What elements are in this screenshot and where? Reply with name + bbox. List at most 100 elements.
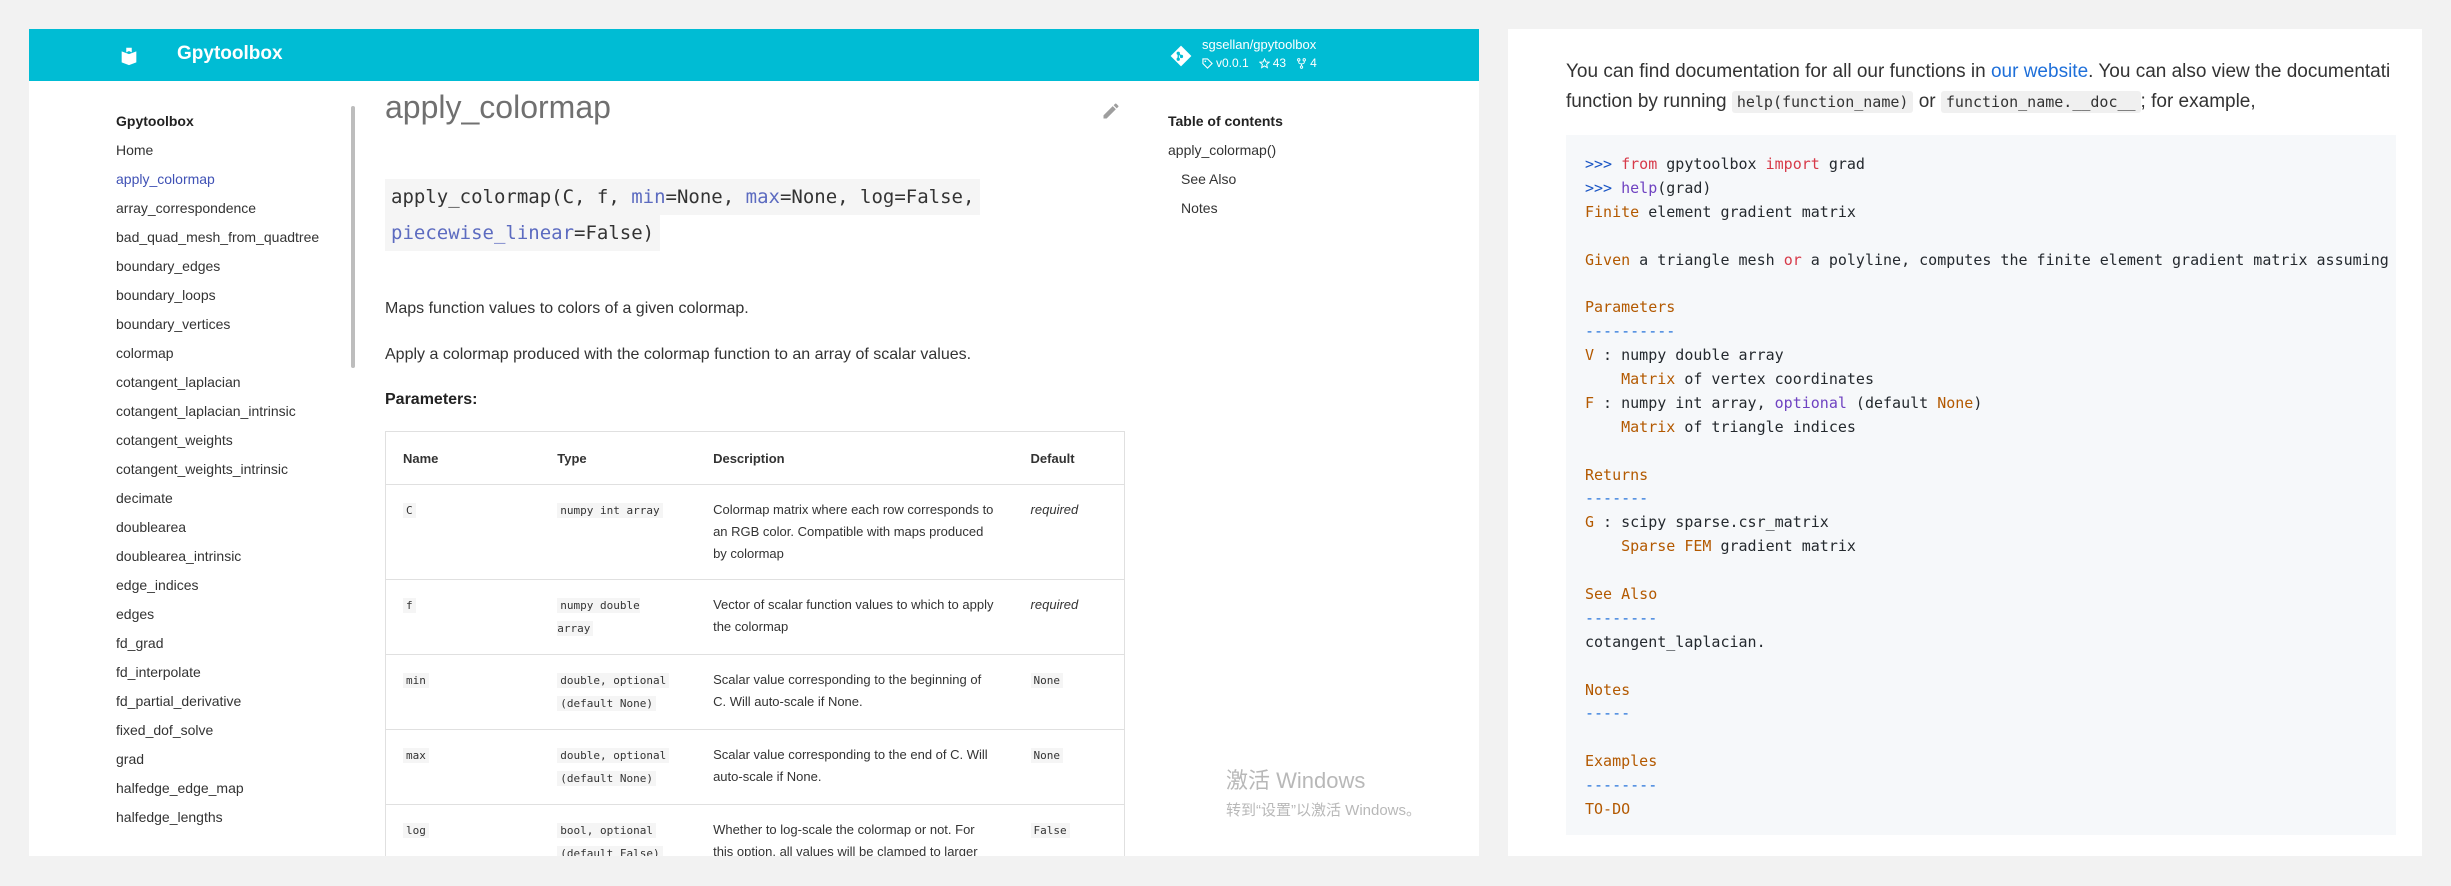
code-token: Examples <box>1585 752 1658 771</box>
sidebar-item-halfedge-lengths[interactable]: halfedge_lengths <box>116 803 356 832</box>
param-type-cell: double, optional (default None) <box>540 654 697 730</box>
intro-text-4: ; for example, <box>2140 91 2256 112</box>
code-line: ------- <box>1585 487 2389 511</box>
sidebar-item-grad[interactable]: grad <box>116 745 356 774</box>
repo-forks: 4 <box>1296 56 1317 70</box>
code-token: grad <box>1819 155 1865 173</box>
code-token: of triangle indices <box>1675 417 1856 436</box>
tag-icon <box>1202 57 1213 69</box>
code-token: help <box>1621 178 1658 197</box>
sidebar-item-fixed-dof-solve[interactable]: fixed_dof_solve <box>116 716 356 745</box>
sidebar-item-doublearea[interactable]: doublearea <box>116 513 356 542</box>
code-line: >>> help(grad) <box>1585 177 2389 201</box>
code-line: >>> from gpytoolbox import grad <box>1585 153 2389 177</box>
code-token: >>> <box>1585 178 1622 197</box>
code-line: Notes <box>1585 679 2389 703</box>
param-type-cell: numpy double array <box>540 579 697 655</box>
sidebar-nav: Gpytoolbox Home apply_colormap array_corre… <box>116 107 356 832</box>
sidebar-item-edges[interactable]: edges <box>116 600 356 629</box>
parameters-table: Name Type Description Default Cnumpy int… <box>385 431 1125 856</box>
code-token: optional <box>1774 393 1847 412</box>
signature-line-1: apply_colormap(C, f, min=None, max=None,… <box>385 179 981 215</box>
intro-text-3: function by running <box>1566 91 1732 112</box>
sidebar-item-cotangent-weights-intrinsic[interactable]: cotangent_weights_intrinsic <box>116 455 356 484</box>
code-line: G : scipy sparse.csr_matrix <box>1585 511 2389 535</box>
param-default: None <box>1030 673 1064 688</box>
repo-name: sgsellan/gpytoolbox <box>1202 37 1317 52</box>
code-token: gradient matrix <box>1711 537 1856 556</box>
param-type-default: (default None) <box>557 771 656 786</box>
sidebar-item-array-correspondence[interactable]: array_correspondence <box>116 194 356 223</box>
intro-text-1: You can find documentation for all our f… <box>1566 61 1991 82</box>
website-link[interactable]: our website <box>1991 61 2088 82</box>
param-default: None <box>1030 748 1064 763</box>
sidebar-item-cotangent-weights[interactable]: cotangent_weights <box>116 426 356 455</box>
readme-panel: You can find documentation for all our f… <box>1508 29 2422 856</box>
sidebar-item-cotangent-laplacian-intrinsic[interactable]: cotangent_laplacian_intrinsic <box>116 397 356 426</box>
edit-pencil-icon[interactable] <box>1101 101 1121 121</box>
signature-kw-piecewise: piecewise_linear <box>391 222 575 244</box>
repo-facts: v0.0.1 43 4 <box>1202 56 1317 70</box>
param-description: Scalar value corresponding to the beginn… <box>696 654 1014 730</box>
sidebar-item-boundary-edges[interactable]: boundary_edges <box>116 252 356 281</box>
param-type-cell: numpy int array <box>540 484 697 580</box>
sidebar-item-fd-interpolate[interactable]: fd_interpolate <box>116 658 356 687</box>
code-token: a polyline, computes the finite element … <box>1801 250 2389 269</box>
sidebar-item-doublearea-intrinsic[interactable]: doublearea_intrinsic <box>116 542 356 571</box>
param-name: log <box>403 823 429 838</box>
sidebar-scrollbar[interactable] <box>351 106 355 368</box>
site-title[interactable]: Gpytoolbox <box>177 43 283 65</box>
intro-text-2: . You can also view the documentati <box>2088 61 2391 82</box>
table-row: max double, optional (default None) Scalar … <box>385 729 1125 805</box>
param-type: double, optional <box>557 673 670 688</box>
sidebar-item-decimate[interactable]: decimate <box>116 484 356 513</box>
param-default-cell: required <box>1013 484 1125 580</box>
signature-val-piecewise: =False) <box>574 222 655 244</box>
toc-title: Table of contents <box>1168 113 1283 129</box>
sidebar-item-edge-indices[interactable]: edge_indices <box>116 571 356 600</box>
param-description: Vector of scalar function values to whic… <box>696 579 1014 655</box>
code-token: ) <box>1973 393 1983 412</box>
table-row: min double, optional (default None) Scalar … <box>385 654 1125 730</box>
sidebar-item-halfedge-edge-map[interactable]: halfedge_edge_map <box>116 774 356 803</box>
sidebar-item-fd-partial-derivative[interactable]: fd_partial_derivative <box>116 687 356 716</box>
code-token: TO-DO <box>1585 800 1631 819</box>
sidebar-item-cotangent-laplacian[interactable]: cotangent_laplacian <box>116 368 356 397</box>
sidebar-item-boundary-loops[interactable]: boundary_loops <box>116 281 356 310</box>
code-token: Finite <box>1585 202 1640 221</box>
function-summary: Maps function values to colors of a give… <box>385 300 749 317</box>
code-line: Matrix of triangle indices <box>1585 416 2389 440</box>
fork-icon <box>1297 57 1306 69</box>
code-line: Given a triangle mesh or a polyline, com… <box>1585 249 2389 273</box>
site-header: Gpytoolbox sgsellan/gpytoolbox v0.0.1 43 <box>29 29 1479 81</box>
signature-kw-min: min <box>631 186 666 208</box>
toc-item[interactable]: Notes <box>1168 194 1283 223</box>
code-line: cotangent_laplacian. <box>1585 631 2389 655</box>
sidebar-title: Gpytoolbox <box>116 113 194 129</box>
code-token: ------- <box>1585 489 1649 508</box>
param-type-cell: double, optional (default None) <box>540 729 697 805</box>
inline-code-help: help(function_name) <box>1731 91 1914 113</box>
code-token: F <box>1585 393 1595 412</box>
column-header-default: Default <box>1013 431 1125 485</box>
sidebar-items: Home apply_colormap array_correspondence ba… <box>116 136 356 832</box>
sidebar-item-colormap[interactable]: colormap <box>116 339 356 368</box>
toc-item[interactable]: See Also <box>1168 165 1283 194</box>
sidebar-item-apply-colormap[interactable]: apply_colormap <box>116 165 356 194</box>
code-token: a triangle mesh <box>1630 250 1784 269</box>
code-token: Given <box>1585 250 1631 269</box>
code-token: Returns <box>1585 465 1649 484</box>
table-row: f numpy double array Vector of scalar func… <box>385 579 1125 655</box>
column-header-name: Name <box>385 431 541 485</box>
sidebar-item-bad-quad-mesh-from-quadtree[interactable]: bad_quad_mesh_from_quadtree <box>116 223 356 252</box>
sidebar-item-home[interactable]: Home <box>116 136 356 165</box>
repo-forks-count: 4 <box>1310 56 1317 70</box>
sidebar-item-fd-grad[interactable]: fd_grad <box>116 629 356 658</box>
book-logo-icon[interactable] <box>118 45 140 67</box>
sidebar-item-boundary-vertices[interactable]: boundary_vertices <box>116 310 356 339</box>
toc-item[interactable]: apply_colormap() <box>1168 136 1283 165</box>
param-default: required <box>1030 502 1079 517</box>
